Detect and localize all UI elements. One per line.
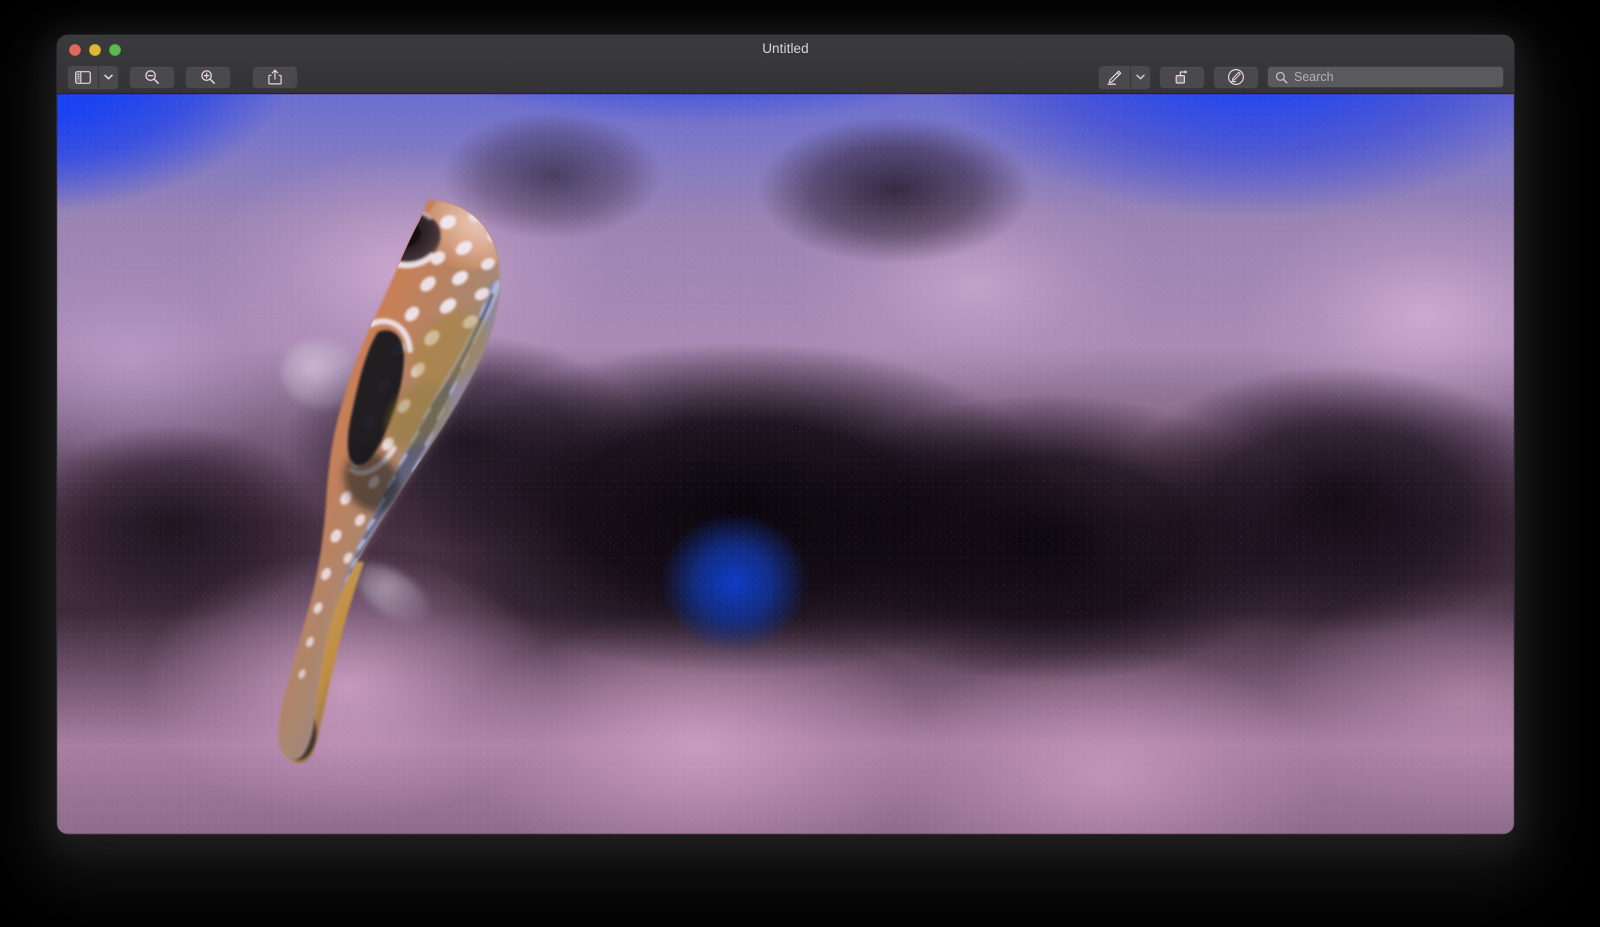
toolbar-left-group — [67, 65, 298, 90]
annotate-button[interactable] — [1213, 66, 1259, 89]
search-input[interactable]: Search — [1267, 66, 1504, 88]
image-canvas[interactable] — [57, 94, 1514, 834]
chevron-down-icon[interactable] — [98, 66, 118, 89]
pen-icon[interactable] — [1099, 66, 1130, 89]
share-icon — [268, 69, 282, 85]
share-button[interactable] — [252, 66, 298, 89]
markup-button[interactable] — [1098, 65, 1151, 90]
toolbar-right-group: Search — [1098, 65, 1504, 90]
window-titlebar[interactable]: Untitled — [57, 35, 1514, 94]
annotate-circle-icon — [1227, 68, 1245, 86]
pufferfish-subject — [232, 164, 592, 764]
chevron-down-icon[interactable] — [1130, 66, 1150, 89]
zoom-out-button[interactable] — [129, 66, 175, 89]
screen: Untitled — [0, 0, 1600, 927]
zoom-in-icon — [200, 69, 216, 85]
sidebar-icon[interactable] — [68, 66, 98, 89]
preview-window: Untitled — [57, 35, 1514, 834]
rotate-left-icon — [1174, 69, 1191, 85]
search-icon — [1275, 71, 1288, 84]
toolbar: Search — [57, 61, 1514, 93]
window-title: Untitled — [57, 41, 1514, 57]
search-placeholder: Search — [1294, 70, 1334, 84]
sidebar-button[interactable] — [67, 65, 119, 90]
rotate-button[interactable] — [1159, 66, 1205, 89]
zoom-out-icon — [144, 69, 160, 85]
zoom-in-button[interactable] — [185, 66, 231, 89]
